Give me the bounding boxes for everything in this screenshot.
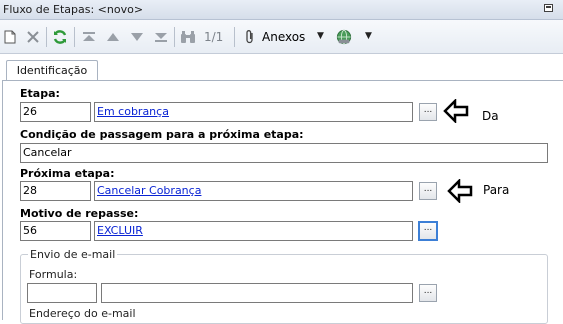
motivo-description-field[interactable]: EXCLUIR	[94, 221, 413, 241]
etapa-label: Etapa:	[20, 87, 60, 100]
annotation-from: Da	[482, 109, 499, 123]
refresh-icon[interactable]	[52, 29, 68, 45]
tab-identificacao[interactable]: Identificação	[6, 60, 98, 81]
motivo-description-link[interactable]: EXCLUIR	[97, 224, 143, 237]
annotation-to: Para	[483, 183, 510, 197]
formula-label: Formula:	[29, 268, 78, 281]
motivo-label: Motivo de repasse:	[20, 207, 139, 220]
email-group-legend: Envio de e-mail	[28, 248, 118, 261]
formula-lookup-button[interactable]: ...	[419, 284, 437, 302]
record-position: 1/1	[204, 30, 224, 44]
new-icon[interactable]	[2, 29, 18, 45]
motivo-lookup-button[interactable]: ...	[418, 221, 438, 241]
arrow-left-icon	[447, 177, 473, 206]
motivo-code-field[interactable]: 56	[20, 221, 91, 241]
chevron-down-icon[interactable]: ▼	[365, 31, 372, 41]
etapa-description-field[interactable]: Em cobrança	[94, 102, 413, 122]
window-title: Fluxo de Etapas: <novo>	[3, 3, 144, 16]
proxima-etapa-code-field[interactable]: 28	[20, 181, 91, 201]
delete-icon[interactable]	[25, 29, 41, 45]
next-icon[interactable]	[129, 29, 145, 45]
binoculars-icon[interactable]	[180, 29, 196, 45]
toolbar-separator	[174, 27, 175, 47]
title-bar: Fluxo de Etapas: <novo>	[0, 0, 563, 20]
paperclip-icon[interactable]	[242, 29, 258, 45]
etapa-lookup-button[interactable]: ...	[419, 103, 437, 121]
globe-icon[interactable]	[336, 29, 352, 45]
attachments-button[interactable]: Anexos	[262, 30, 305, 44]
last-icon[interactable]	[153, 29, 169, 45]
toolbar: 1/1 Anexos ▼ ▼	[0, 20, 563, 54]
proxima-etapa-description-field[interactable]: Cancelar Cobrança	[94, 181, 413, 201]
proxima-etapa-lookup-button[interactable]: ...	[419, 182, 437, 200]
arrow-left-icon	[443, 97, 469, 126]
toolbar-separator	[234, 27, 235, 47]
first-icon[interactable]	[81, 29, 97, 45]
etapa-description-link[interactable]: Em cobrança	[97, 105, 169, 118]
formula-description-field[interactable]	[101, 283, 413, 303]
etapa-code-field[interactable]: 26	[20, 102, 91, 122]
condicao-field[interactable]: Cancelar	[20, 143, 548, 163]
minimize-icon[interactable]	[544, 4, 553, 12]
formula-code-field[interactable]	[27, 283, 97, 303]
toolbar-separator	[74, 27, 75, 47]
chevron-down-icon[interactable]: ▼	[317, 31, 324, 41]
toolbar-separator	[46, 27, 47, 47]
prev-icon[interactable]	[105, 29, 121, 45]
condicao-label: Condição de passagem para a próxima etap…	[20, 128, 304, 141]
proxima-etapa-description-link[interactable]: Cancelar Cobrança	[97, 184, 201, 197]
proxima-etapa-label: Próxima etapa:	[20, 167, 115, 180]
